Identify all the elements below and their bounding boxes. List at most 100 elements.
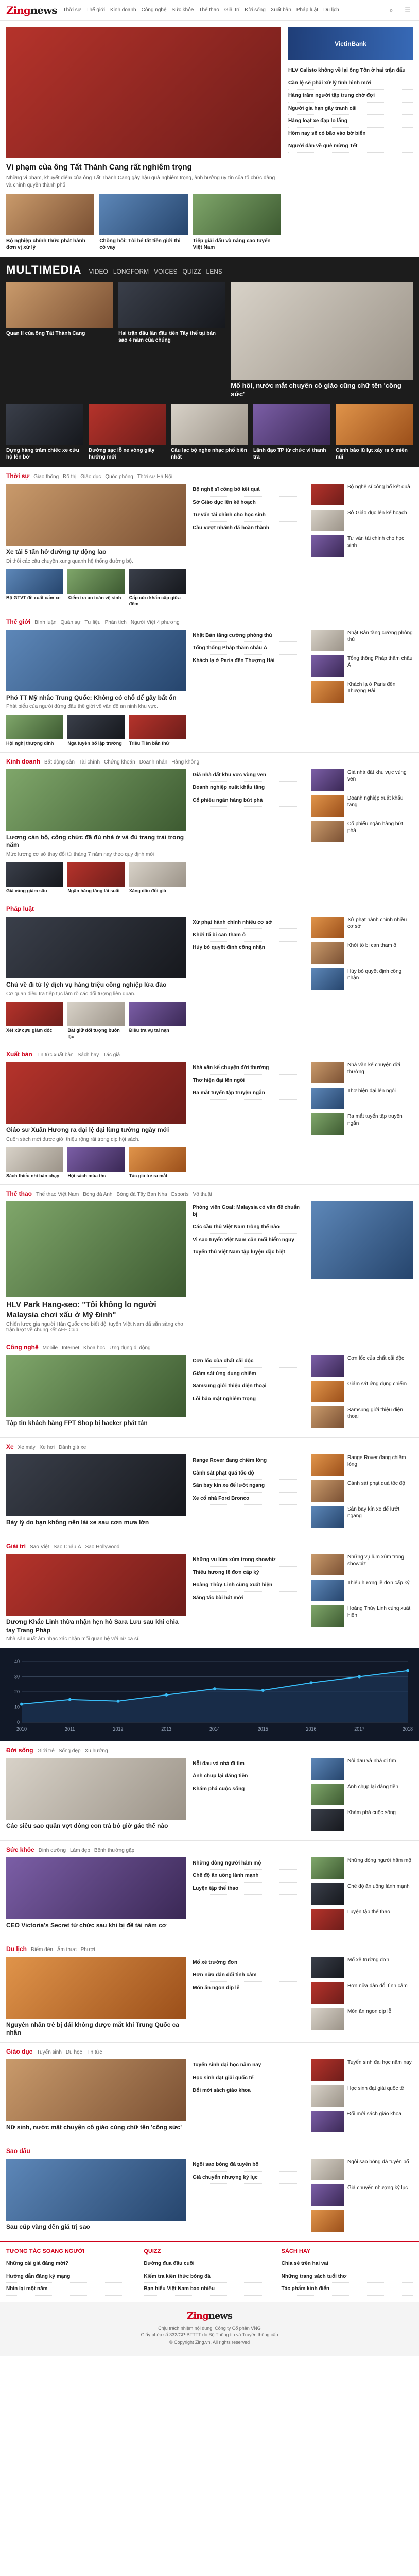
thumb-item[interactable]: Giá nhà đất khu vực vùng ven (311, 769, 413, 791)
search-icon[interactable]: ⌕ (386, 5, 396, 15)
mini-item[interactable]: Bắt giữ đối tượng buôn lậu (67, 1002, 125, 1040)
section-subnav-item[interactable]: Giao thông (33, 474, 59, 480)
section-subnav-item[interactable]: Sách hay (78, 1052, 99, 1058)
mm-item[interactable]: Quan lí của ông Tất Thành Cang (6, 281, 114, 399)
list-item[interactable]: Tổng thống Pháp thăm châu Á (193, 642, 306, 655)
list-item[interactable]: Lỗi bảo mật nghiêm trọng (193, 1393, 306, 1406)
list-item[interactable]: Ảnh chụp lại đáng tiền (193, 1770, 306, 1783)
list-item[interactable]: Xe cổ nhà Ford Bronco (193, 1493, 306, 1505)
thumb-item[interactable]: Thiếu hương lẽ đơn cấp ký (311, 1580, 413, 1602)
list-item[interactable]: Tuyển thủ Việt Nam tập luyện đặc biệt (193, 1246, 306, 1259)
list-item[interactable]: Giá nhà đất khu vực vùng ven (193, 769, 306, 782)
multimedia-tab[interactable]: LENS (206, 268, 222, 275)
section-subnav-item[interactable]: Esports (171, 1192, 189, 1197)
section-subnav-item[interactable]: Làm đẹp (70, 1848, 90, 1853)
section-name[interactable]: Thế giới (6, 618, 30, 625)
mini-item[interactable]: Bộ GTVT đề xuất cấm xe (6, 569, 64, 607)
footer-link[interactable]: Nhìn lại một năm (6, 2283, 138, 2296)
thumb-item[interactable]: Range Rover đang chiếm lòng (311, 1454, 413, 1477)
thumb-item[interactable]: Hủy bỏ quyết định công nhận (311, 968, 413, 990)
hero-sub-item[interactable]: Bộ nghiệp chính thức phát hành đơn vị xử… (6, 194, 95, 251)
section-lead[interactable]: CEO Victoria's Secret từ chức sau khi bị… (6, 1857, 187, 1935)
section-subnav-item[interactable]: Phượt (81, 1947, 95, 1953)
section-name[interactable]: Giải trí (6, 1543, 26, 1550)
list-item[interactable]: Thơ hiện đại lên ngôi (193, 1075, 306, 1088)
thumb-item[interactable] (311, 2210, 413, 2232)
section-name[interactable]: Xuất bản (6, 1050, 32, 1058)
site-logo[interactable]: Zingnews (6, 4, 57, 16)
thumb-item[interactable]: Ra mắt tuyển tập truyện ngắn (311, 1113, 413, 1136)
sidebar-news-item[interactable]: Hàng trăm người tập trung chờ đợi (288, 90, 413, 103)
mini-item[interactable]: Ngân hàng tăng lãi suất (67, 862, 125, 894)
sidebar-ad[interactable]: VietinBank (288, 27, 413, 60)
section-subnav-item[interactable]: Tác giả (103, 1052, 120, 1058)
thumb-item[interactable]: Cảnh sát phạt quá tốc độ (311, 1480, 413, 1502)
section-subnav-item[interactable]: Sống đẹp (59, 1748, 81, 1754)
list-item[interactable]: Luyện tập thể thao (193, 1883, 306, 1895)
section-subnav-item[interactable]: Doanh nhân (139, 759, 168, 765)
sidebar-news-item[interactable]: Người dân về quê mừng Tết (288, 140, 413, 153)
hero-image[interactable] (6, 27, 281, 158)
mini-item[interactable]: Điều tra vụ tai nạn (129, 1002, 187, 1040)
section-subnav-item[interactable]: Internet (62, 1345, 79, 1351)
section-subnav-item[interactable]: Phân tích (105, 620, 127, 625)
section-subnav-item[interactable]: Xe hơi (40, 1445, 55, 1450)
thumb-item[interactable]: Cổ phiếu ngân hàng bứt phá (311, 820, 413, 842)
section-subnav-item[interactable]: Đánh giá xe (59, 1445, 86, 1450)
section-subnav-item[interactable]: Bóng đá Anh (83, 1192, 112, 1197)
list-item[interactable]: Những dòng người hâm mộ (193, 1857, 306, 1870)
mini-item[interactable]: Xăng dầu đổi giá (129, 862, 187, 894)
nav-item[interactable]: Thế giới (86, 7, 105, 13)
thumb-item[interactable]: Samsung giới thiệu điện thoại (311, 1406, 413, 1429)
section-lead[interactable]: Xe tải 5 tấn hở đường tự động lao Đi thôi… (6, 484, 187, 607)
mm-item[interactable]: Lãnh đạo TP từ chức vì thanh tra (253, 404, 330, 461)
list-item[interactable]: Những vụ lùm xùm trong showbiz (193, 1554, 306, 1567)
list-item[interactable]: Doanh nghiệp xuất khẩu tăng (193, 782, 306, 794)
section-subnav-item[interactable]: Võ thuật (193, 1192, 212, 1197)
section-subnav-item[interactable]: Khoa học (83, 1345, 105, 1351)
thumb-item[interactable]: Nỗi đau và nhà đi tìm (311, 1757, 413, 1780)
list-item[interactable]: Range Rover đang chiếm lòng (193, 1454, 306, 1467)
hero-sub-item[interactable]: Tiếp giải đấu và nâng cao tuyển Việt Nam (193, 194, 281, 251)
thumb-item[interactable]: Giá chuyển nhượng kỷ lục (311, 2184, 413, 2207)
section-name[interactable]: Công nghệ (6, 1344, 39, 1351)
mini-item[interactable]: Nga tuyên bố lập trường (67, 714, 125, 747)
nav-item[interactable]: Sức khỏe (172, 7, 194, 13)
list-item[interactable]: Vì sao tuyển Việt Nam cần mối hiểm nguy (193, 1234, 306, 1247)
footer-link[interactable]: Bạn hiểu Việt Nam bao nhiêu (144, 2283, 275, 2296)
thumb-item[interactable]: Sân bay kín xe để lướt ngang (311, 1506, 413, 1528)
thumb-item[interactable]: Những vụ lùm xùm trong showbiz (311, 1554, 413, 1576)
thumb-item[interactable]: Tổng thống Pháp thăm châu Á (311, 655, 413, 677)
list-item[interactable]: Cảnh sát phạt quá tốc độ (193, 1467, 306, 1480)
list-item[interactable]: Các cầu thủ Việt Nam trông thế nào (193, 1221, 306, 1234)
section-name[interactable]: Đời sống (6, 1747, 33, 1754)
section-subnav-item[interactable]: Tài chính (79, 759, 100, 765)
nav-item[interactable]: Giải trí (224, 7, 239, 13)
list-item[interactable]: Đổi mới sách giáo khoa (193, 2084, 306, 2097)
section-subnav-item[interactable]: Xe máy (18, 1445, 36, 1450)
thumb-item[interactable]: Đổi mới sách giáo khoa (311, 2111, 413, 2133)
multimedia-tab[interactable]: VOICES (154, 268, 177, 275)
thumb-item[interactable]: Giám sát ứng dụng chiếm (311, 1381, 413, 1403)
section-subnav-item[interactable]: Du học (66, 2049, 82, 2055)
list-item[interactable]: Khách lạ ở Paris đến Thượng Hải (193, 655, 306, 668)
list-item[interactable]: Sáng tác bài hát mới (193, 1592, 306, 1605)
menu-icon[interactable]: ☰ (403, 5, 413, 15)
sport-feature[interactable]: HLV Park Hang-seo: "Tôi không lo người M… (6, 1201, 187, 1333)
section-subnav-item[interactable]: Bệnh thường gặp (94, 1848, 134, 1853)
mini-item[interactable]: Hội nghị thượng đỉnh (6, 714, 64, 747)
nav-item[interactable]: Du lịch (323, 7, 339, 13)
section-subnav-item[interactable]: Hàng không (171, 759, 199, 765)
list-item[interactable]: Nỗi đau và nhà đi tìm (193, 1758, 306, 1771)
mini-item[interactable]: Cấp cứu khẩn cấp giữa đêm (129, 569, 187, 607)
list-item[interactable]: Giám sát ứng dụng chiếm (193, 1368, 306, 1381)
multimedia-tab[interactable]: LONGFORM (113, 268, 149, 275)
thumb-item[interactable]: Hoàng Thùy Linh cùng xuất hiện (311, 1605, 413, 1628)
mm-item[interactable]: Cảnh báo lũ lụt xảy ra ở miền núi (336, 404, 413, 461)
section-lead[interactable]: Lương cán bộ, công chức đã đủ nhà ở và đ… (6, 769, 187, 894)
section-name[interactable]: Kinh doanh (6, 758, 40, 765)
mm-item[interactable]: Đường sạc lỗ xe vòng giấy hướng mới (89, 404, 166, 461)
list-item[interactable]: Cơn lốc của chất cãi độc (193, 1355, 306, 1368)
sidebar-news-item[interactable]: Căn lệ sẽ phải xử lý tình hình mới (288, 77, 413, 90)
list-item[interactable]: Nhật Bản tăng cường phòng thủ (193, 630, 306, 642)
